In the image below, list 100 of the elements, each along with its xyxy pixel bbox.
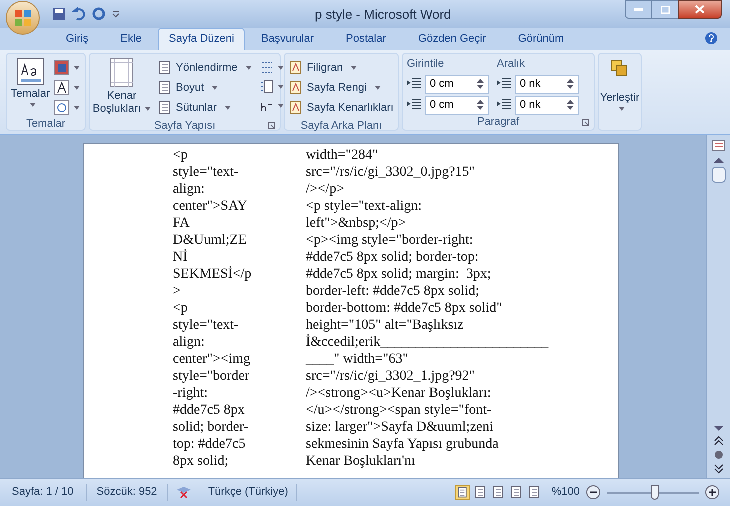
caret-icon [74,86,80,90]
document-text-line: </u></strong><span style="font- [306,402,493,419]
spin-field[interactable]: 0 nk [515,96,579,114]
scroll-up-icon[interactable] [714,157,724,163]
scrollbar-thumb[interactable] [712,167,726,183]
document-text-line: 8px solid; [173,453,230,470]
maximize-button[interactable] [652,0,678,19]
document-text-line: style="text- [173,164,240,181]
zoom-level[interactable]: %100 [552,484,580,501]
document-text-line: size: larger">Sayfa D&uuml;zeni [306,419,495,436]
group-label: Paragraf [477,115,520,130]
ribbon-tab[interactable]: Ekle [110,28,152,50]
page-margins-icon [110,58,134,88]
ribbon-tab[interactable]: Başvurular [251,28,324,50]
web-layout-icon[interactable] [490,485,506,500]
document-text-line: src="/rs/ic/gi_3302_1.jpg?92" [306,368,476,385]
page-setup-icon [158,61,172,75]
next-page-icon[interactable] [714,464,724,474]
document-text-line: #dde7c5 8px solid; border-top: [306,249,480,266]
document-text-line: -right: [173,385,209,402]
zoom-in-icon[interactable] [705,485,720,500]
spin-field[interactable]: 0 cm [425,74,489,94]
document-text-line: Nİ [173,249,189,266]
zoom-slider-thumb[interactable] [650,485,659,500]
spinner-arrows-icon[interactable] [567,99,574,111]
proofing-icon[interactable] [176,486,192,500]
document-text-line: sekmesinin Sayfa Yapısı grubunda [306,436,500,453]
office-logo-icon [14,9,32,27]
page-background-icon [289,81,303,95]
previous-page-icon[interactable] [714,436,724,446]
spin-field[interactable]: 0 cm [425,96,489,114]
document-text-line: center">SAY [173,198,249,215]
outline-icon[interactable] [508,485,524,500]
ribbon-button[interactable]: Sütunlar [154,98,256,118]
themes-button[interactable]: Temalar [11,58,50,116]
zoom-out-icon[interactable] [586,485,601,500]
browse-object-icon[interactable] [714,450,724,460]
word-count[interactable]: Sözcük: 952 [86,484,168,501]
document-text-line: border-left: #dde7c5 8px solid; [306,283,481,300]
document-text-line: width="284" [306,147,380,164]
ribbon-tab[interactable]: Postalar [336,28,396,50]
draft-icon[interactable] [526,485,542,500]
customize-caret-icon[interactable] [112,10,120,18]
print-layout-icon[interactable] [454,485,470,500]
document-text-line: > [173,283,182,300]
help-icon[interactable] [705,32,718,45]
spin-field[interactable]: 0 nk [515,74,579,94]
reading-layout-icon[interactable] [472,485,488,500]
undo-icon[interactable] [72,7,86,21]
document-text-line: SEKMESİ</p [173,266,253,283]
ribbon-button[interactable]: Sayfa Rengi [289,78,394,98]
dialog-launcher-icon[interactable] [582,118,590,126]
maximize-icon [660,6,670,14]
margins-button[interactable]: Kenar Boşlukları [94,58,150,118]
caret-icon [278,104,284,108]
ribbon-tab[interactable]: Sayfa Düzeni [158,28,246,50]
dialog-launcher-icon[interactable] [268,122,276,130]
document-text-line: #dde7c5 8px solid; margin: 3px; [306,266,492,283]
caret-icon [351,66,358,70]
document-text-line: <p [173,300,189,317]
minimize-button[interactable] [625,0,652,19]
spacing-heading: Aralık [497,57,526,72]
themes-icon [16,58,45,86]
document-text-line: /></p> [306,181,346,198]
save-icon[interactable] [52,7,66,21]
spinner-arrows-icon[interactable] [477,78,484,90]
spinner-arrows-icon[interactable] [567,78,574,90]
ribbon-tab[interactable]: Giriş [56,28,99,50]
scroll-down-icon[interactable] [714,426,724,432]
document-text-line: /><strong><u>Kenar Boşlukları: [306,385,492,402]
ribbon-button[interactable]: Filigran [289,58,394,78]
office-button[interactable] [6,1,40,35]
group-label: Sayfa Yapısı [154,118,216,134]
line-numbers-icon[interactable] [260,80,274,94]
ribbon-tab[interactable]: Görünüm [508,28,574,50]
page-count[interactable]: Sayfa: 1 / 10 [0,484,87,501]
caret-icon [212,86,218,90]
caret-icon [74,106,80,110]
spinner-arrows-icon[interactable] [477,99,484,111]
ribbon-tab[interactable]: Gözden Geçir [408,28,496,50]
document-text-line: height="105" alt="Başlıksız [306,317,465,334]
breaks-icon[interactable] [260,61,274,75]
document-text-line: <p [173,147,189,164]
document-text-line: <p style="text-align: [306,198,423,215]
theme-fonts-icon [54,80,70,96]
language-indicator[interactable]: Türkçe (Türkiye) [200,484,298,501]
close-button[interactable] [678,0,722,19]
document-text-line: style="border [173,368,251,385]
ruler-toggle-icon[interactable] [712,139,726,153]
ribbon-button[interactable]: Yönlendirme [154,58,256,78]
ribbon-button[interactable]: Boyut [154,78,256,98]
ribbon-button[interactable]: Sayfa Kenarlıkları [289,98,394,118]
indent-icon [497,99,511,111]
document-text-line: left">&nbsp;</p> [306,215,408,232]
caret-icon [278,85,284,89]
document-text-line: align: [173,334,206,351]
document-text-line: FA [173,215,191,232]
document-text-line: İ&ccedil;erik________________________ [306,334,549,351]
document-text-line: border-bottom: #dde7c5 8px solid" [306,300,504,317]
indent-heading: Girintile [407,57,446,72]
